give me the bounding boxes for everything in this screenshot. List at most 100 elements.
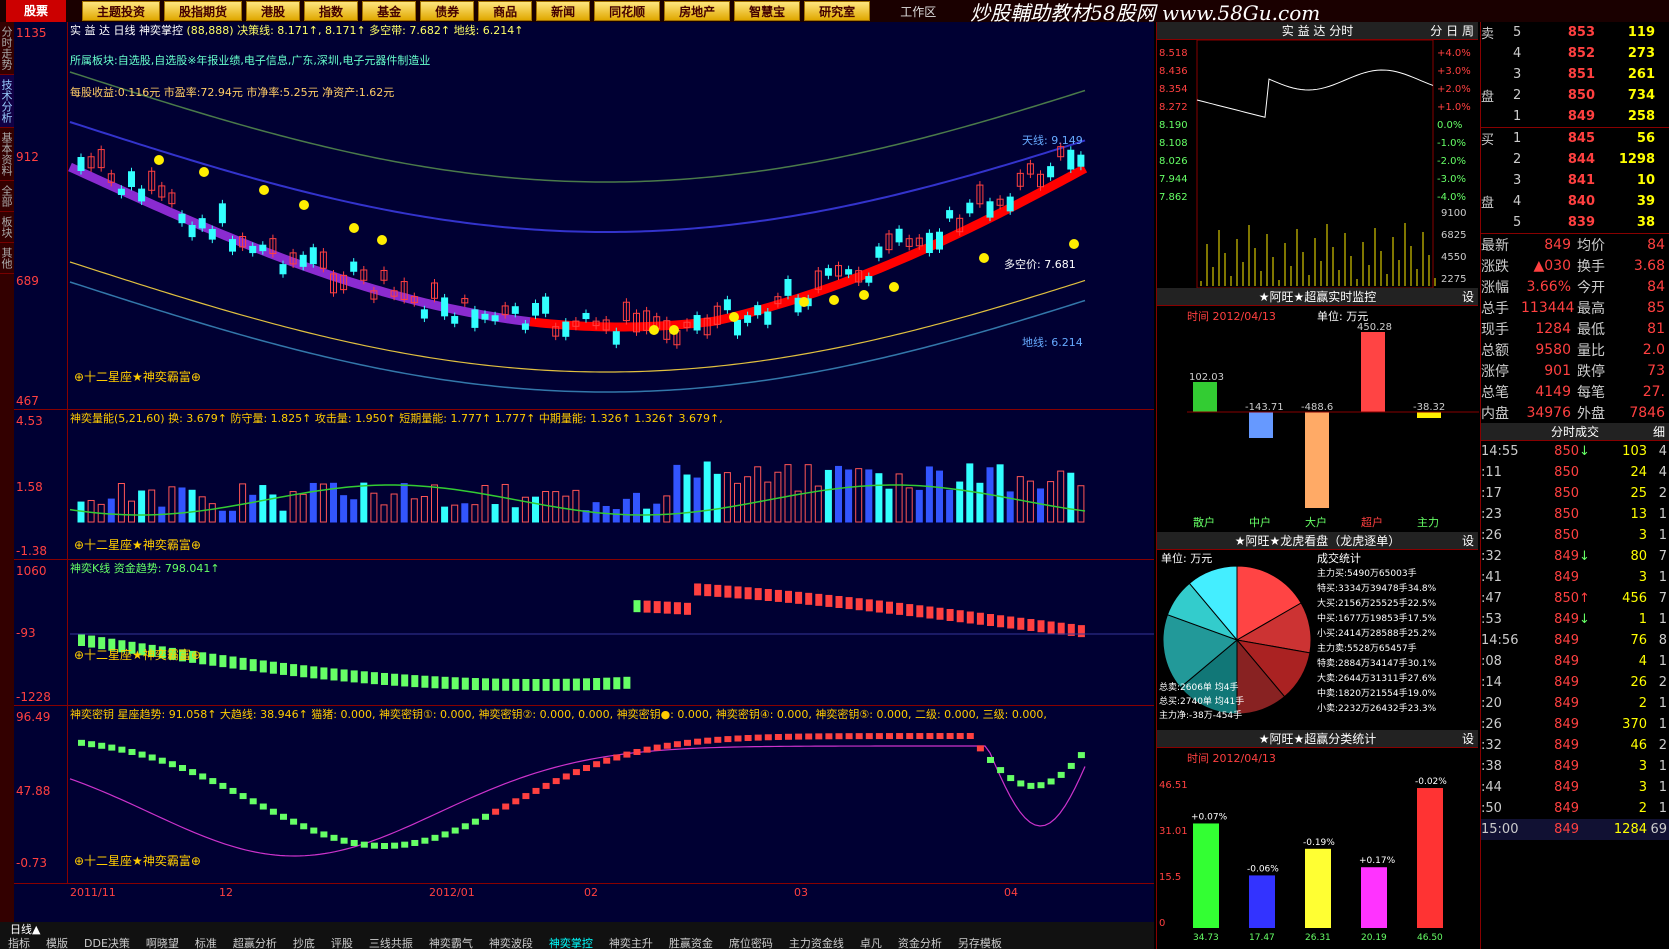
key-candle — [340, 837, 348, 844]
indicator-tab[interactable]: 标准 — [187, 935, 225, 949]
y-label: 1060 — [16, 564, 47, 578]
tick-row: :50 849 2 1 — [1481, 798, 1669, 819]
volume-bar — [744, 476, 752, 523]
nav-button[interactable]: 智慧宝 — [734, 1, 801, 21]
indicator-tab[interactable]: 神奕掌控 — [541, 935, 601, 949]
nav-button[interactable]: 研究室 — [804, 1, 871, 21]
fenlei-pct: -0.06% — [1247, 864, 1279, 874]
capital-candle — [886, 601, 893, 614]
tab-day[interactable]: 日 — [1446, 24, 1458, 38]
capital-candle — [310, 666, 318, 679]
level-price[interactable]: 852 — [1535, 46, 1595, 61]
key-candle — [562, 773, 570, 780]
volume-bar — [279, 510, 287, 523]
level-price[interactable]: 853 — [1535, 25, 1595, 40]
level-price[interactable]: 841 — [1535, 173, 1595, 188]
detail-toggle[interactable]: 细 — [1653, 423, 1665, 441]
price-tick: 8.436 — [1159, 66, 1188, 77]
indicator-tab[interactable]: 指标 — [0, 935, 38, 949]
indicator-tab[interactable]: 模版 — [38, 935, 76, 949]
nav-button[interactable]: 股指期货 — [164, 1, 243, 21]
level-price[interactable]: 844 — [1535, 152, 1595, 167]
nav-button[interactable]: 指数 — [304, 1, 359, 21]
indicator-tab[interactable]: 资金分析 — [890, 935, 950, 949]
key-candle — [128, 748, 136, 755]
tab-minute[interactable]: 分 — [1430, 24, 1442, 38]
volume-bar — [622, 498, 630, 523]
settings-button[interactable]: 设 — [1462, 532, 1474, 550]
volume-bar — [249, 494, 257, 523]
indicator-tab[interactable]: 三线共振 — [361, 935, 421, 949]
nav-button[interactable]: 债券 — [420, 1, 475, 21]
key-candle — [370, 842, 378, 849]
indicator-tab[interactable]: 评股 — [323, 935, 361, 949]
volume-pane[interactable]: 4.53 1.58 -1.38 神奕量能(5,21,60) 换: 3.679↑ … — [14, 410, 1154, 560]
sidebar-item[interactable]: 全部 — [0, 181, 14, 212]
nav-button[interactable]: 商品 — [478, 1, 533, 21]
volume-bar — [380, 504, 388, 523]
indicator-tab[interactable]: 另存模板 — [950, 935, 1010, 949]
capital-candle — [714, 584, 722, 597]
sidebar-item[interactable]: 分时走势 — [0, 22, 14, 75]
nav-button[interactable]: 主题投资 — [82, 1, 161, 21]
level-price[interactable]: 839 — [1535, 215, 1595, 230]
level-price[interactable]: 845 — [1535, 131, 1595, 146]
level-price[interactable]: 850 — [1535, 88, 1595, 103]
intraday-chart[interactable]: 8.518 8.436 8.354 8.272 8.190 8.108 8.026 7.944… — [1157, 39, 1478, 289]
sidebar-item[interactable]: 其他 — [0, 243, 14, 274]
indicator-tab[interactable]: DDE决策 — [76, 935, 138, 949]
indicator-tab[interactable]: 神奕霸气 — [421, 935, 481, 949]
indicator-tab[interactable]: 抄底 — [285, 935, 323, 949]
quote-key: 最高 — [1577, 300, 1605, 317]
volume-bar — [734, 482, 741, 523]
volume-bar — [198, 496, 206, 523]
workspace-label[interactable]: 工作区 — [900, 3, 936, 20]
signal-dot — [377, 235, 387, 245]
capital-candle — [482, 678, 489, 691]
indicator-tab[interactable]: 席位密码 — [721, 935, 781, 949]
key-pane[interactable]: 96.49 47.88 -0.73 神奕密钥 星座趋势: 91.058↑ 大趋线… — [14, 706, 1154, 884]
indicator-tab[interactable]: 胜赢资金 — [661, 935, 721, 949]
price-pane[interactable]: 1135 912 689 467 实 益 达 日线 神奕掌控 (88,888) … — [14, 22, 1154, 410]
stock-menu-button[interactable]: 股票 — [6, 0, 66, 22]
key-candle — [1057, 771, 1065, 778]
level-price[interactable]: 840 — [1535, 194, 1595, 209]
sidebar-item[interactable]: 板块 — [0, 212, 14, 243]
indicator-tab[interactable]: 超赢分析 — [225, 935, 285, 949]
key-candle — [249, 798, 257, 805]
sidebar-item[interactable]: 技术分析 — [0, 75, 14, 128]
candle-body — [895, 228, 903, 243]
capital-pane[interactable]: 1060 -93 -1228 神奕K线 资金趋势: 798.041↑ ⊕十二星座… — [14, 560, 1154, 706]
capital-candle — [764, 588, 772, 601]
nav-button[interactable]: 同花顺 — [594, 1, 661, 21]
nav-button[interactable]: 房地产 — [664, 1, 731, 21]
tab-week[interactable]: 周 — [1462, 24, 1474, 38]
capital-candle — [936, 607, 944, 620]
tick-row: :11 850 24 4 — [1481, 462, 1669, 483]
tick-count: 1 — [1658, 780, 1667, 795]
indicator-tab[interactable]: 神奕主升 — [601, 935, 661, 949]
capital-candle — [1047, 621, 1055, 634]
indicator-tab[interactable]: 卓凡 — [852, 935, 890, 949]
key-candle — [643, 746, 651, 753]
candle-body — [1047, 166, 1055, 178]
nav-button[interactable]: 新闻 — [536, 1, 591, 21]
tick-count: 1 — [1658, 570, 1667, 585]
quote-key: 涨幅 — [1481, 279, 1509, 296]
price-tick: 7.862 — [1159, 192, 1188, 203]
indicator-tab[interactable]: 主力资金线 — [781, 935, 852, 949]
tick-count: 69 — [1650, 822, 1667, 837]
nav-button[interactable]: 基金 — [362, 1, 417, 21]
tick-price: 850 — [1554, 591, 1579, 606]
settings-button[interactable]: 设 — [1462, 288, 1474, 306]
level-price[interactable]: 849 — [1535, 109, 1595, 124]
sidebar-item[interactable]: 基本资料 — [0, 128, 14, 181]
intraday-period-tabs[interactable]: 分 日 周 — [1430, 22, 1474, 40]
level-price[interactable]: 851 — [1535, 67, 1595, 82]
settings-button[interactable]: 设 — [1462, 730, 1474, 748]
indicator-tab[interactable]: 啊晓望 — [138, 935, 187, 949]
volume-bar — [350, 499, 358, 523]
nav-button[interactable]: 港股 — [246, 1, 301, 21]
indicator-tab[interactable]: 神奕波段 — [481, 935, 541, 949]
tick-volume: 25 — [1630, 486, 1647, 501]
